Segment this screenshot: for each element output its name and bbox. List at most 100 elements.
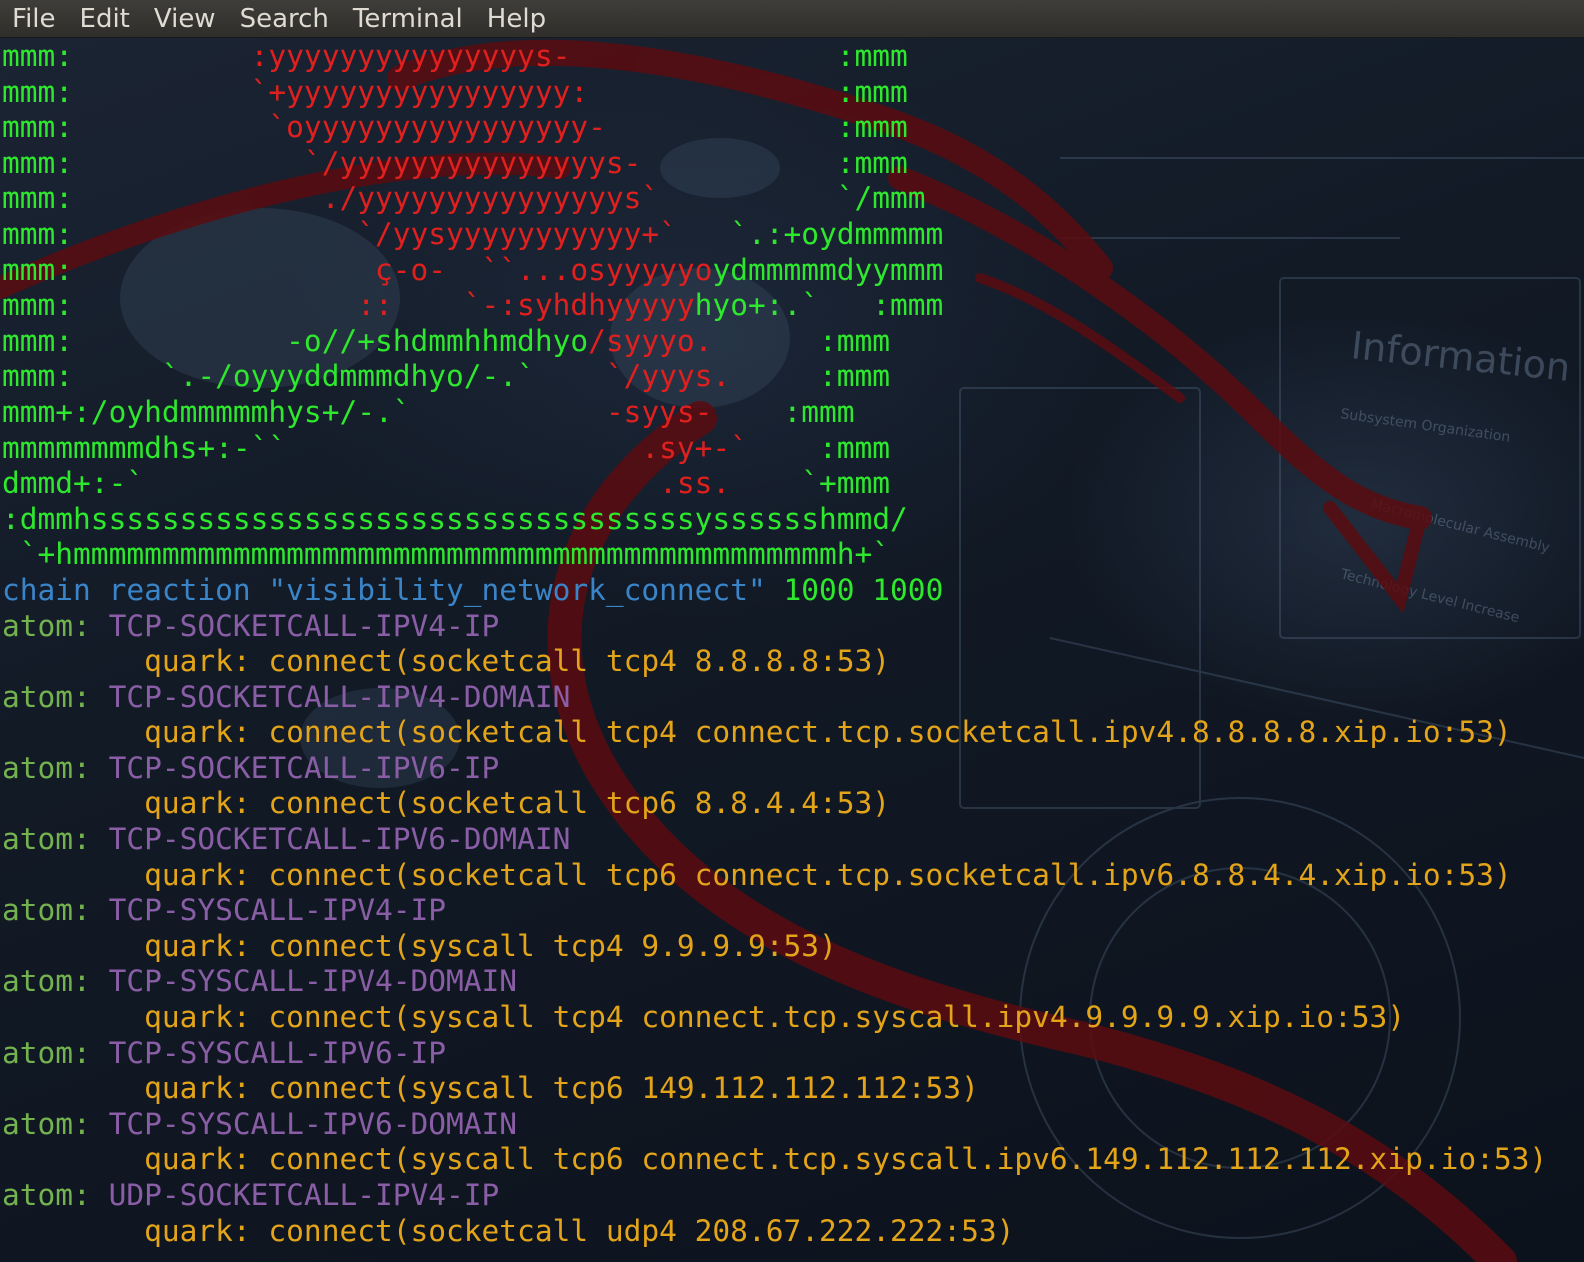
atom-label: atom:: [2, 608, 109, 643]
quark-text: quark: connect(socketcall tcp4 8.8.8.8:5…: [2, 644, 891, 679]
menu-file[interactable]: File: [12, 0, 56, 38]
menu-terminal[interactable]: Terminal: [353, 0, 463, 38]
ascii-art-segment: `+yyyyyyyyyyyyyyyy:: [73, 74, 589, 109]
ascii-art-segment: /syyyo.: [588, 323, 713, 358]
ascii-art-line: mmm: `+yyyyyyyyyyyyyyyy: :mmm: [2, 75, 1547, 111]
ascii-art-segment: dmmd+:-`: [2, 466, 145, 501]
quark-text: quark: connect(socketcall tcp4 connect.t…: [2, 715, 1512, 750]
ascii-art-line: `+hmmmmmmmmmmmmmmmmmmmmmmmmmmmmmmmmmmmmm…: [2, 537, 1547, 573]
atom-line: atom: TCP-SOCKETCALL-IPV6-IP: [2, 751, 1547, 787]
atom-label: atom:: [2, 1035, 109, 1070]
ascii-art-segment: `.-/oyyyddmmmdhyo/-.`: [73, 359, 535, 394]
ascii-art-segment: -syys-: [410, 394, 713, 429]
quark-text: quark: connect(socketcall udp4 208.67.22…: [2, 1213, 1015, 1248]
ascii-art-segment: ydmmmmmdyymmm: [712, 252, 944, 287]
ascii-art-line: mmm: ç-o- ``...osyyyyyoydmmmmmdyymmm: [2, 253, 1547, 289]
ascii-art-line: mmm: `.-/oyyyddmmmdhyo/-.` `/yyys. :mmm: [2, 359, 1547, 395]
ascii-art-segment: mmm:: [2, 74, 74, 109]
atom-label: atom:: [2, 822, 109, 857]
ascii-art-segment: .ss.: [144, 466, 731, 501]
atom-name: TCP-SOCKETCALL-IPV4-DOMAIN: [108, 679, 571, 714]
atom-line: atom: TCP-SYSCALL-IPV6-IP: [2, 1036, 1547, 1072]
ascii-art-line: :dmmhssssssssssssssssssssssssssssssssssy…: [2, 502, 1547, 538]
ascii-art-segment: :yyyyyyyyyyyyyyys-: [73, 39, 571, 73]
atom-line: atom: TCP-SOCKETCALL-IPV4-DOMAIN: [2, 680, 1547, 716]
ascii-art-segment: mmm:: [2, 359, 74, 394]
quark-text: quark: connect(syscall tcp6 connect.tcp.…: [2, 1142, 1548, 1177]
menu-edit[interactable]: Edit: [80, 0, 130, 38]
atom-name: TCP-SYSCALL-IPV6-DOMAIN: [108, 1106, 518, 1141]
ascii-art-line: mmm: :: `-:syhdhyyyyyhyo+:.` :mmm: [2, 288, 1547, 324]
quark-line: quark: connect(syscall tcp4 connect.tcp.…: [2, 1000, 1547, 1036]
ascii-art-segment: :: `-:syhdhyyyyy: [73, 288, 695, 323]
ascii-art-segment: ç-o- ``...osyyyyyo: [73, 252, 713, 287]
quark-line: quark: connect(socketcall tcp6 8.8.4.4:5…: [2, 786, 1547, 822]
ascii-art-segment: mmm:: [2, 110, 74, 145]
ascii-art-segment: `/mmm: [659, 181, 926, 216]
ascii-art-segment: :mmm: [605, 110, 908, 145]
ascii-art-segment: mmm:: [2, 252, 74, 287]
ascii-art-segment: `/yysyyyyyyyyyyy+`: [73, 216, 677, 251]
ascii-art-line: mmm+:/oyhdmmmmmhys+/-.` -syys- :mmm: [2, 395, 1547, 431]
atom-label: atom:: [2, 1178, 109, 1212]
atom-name: TCP-SOCKETCALL-IPV6-DOMAIN: [108, 822, 571, 857]
chain-numbers: 1000 1000: [765, 572, 944, 607]
ascii-art-segment: `/yyyyyyyyyyyyyyys-: [73, 145, 642, 180]
atom-label: atom:: [2, 679, 109, 714]
ascii-art-segment: mmm:: [2, 323, 74, 358]
atom-name: TCP-SOCKETCALL-IPV6-IP: [108, 750, 500, 785]
ascii-art-segment: :mmm: [712, 323, 891, 358]
ascii-art-segment: mmm:: [2, 288, 74, 323]
menu-search[interactable]: Search: [240, 0, 329, 38]
ascii-art-segment: mmm:: [2, 216, 74, 251]
menu-help[interactable]: Help: [487, 0, 546, 38]
ascii-art-segment: hyo+:.` :mmm: [694, 288, 944, 323]
chain-name: "visibility_network_connect": [268, 572, 766, 607]
terminal-window[interactable]: Information Subsystem Organization Macro…: [0, 38, 1584, 1262]
ascii-art-segment: :mmm: [730, 359, 891, 394]
ascii-art-segment: mmmmmmmmdhs+:-``: [2, 430, 287, 465]
atom-name: TCP-SYSCALL-IPV4-IP: [108, 893, 447, 928]
chain-reaction-line: chain reaction "visibility_network_conne…: [2, 573, 1547, 609]
atom-label: atom:: [2, 893, 109, 928]
atom-line: atom: UDP-SOCKETCALL-IPV4-IP: [2, 1178, 1547, 1214]
quark-line: quark: connect(syscall tcp6 connect.tcp.…: [2, 1142, 1547, 1178]
atom-name: TCP-SOCKETCALL-IPV4-IP: [108, 608, 500, 643]
quark-text: quark: connect(socketcall tcp6 connect.t…: [2, 857, 1512, 892]
ascii-art-segment: `.:+oydmmmmm: [676, 216, 944, 251]
ascii-art-line: mmm: `/yyyyyyyyyyyyyyys- :mmm: [2, 146, 1547, 182]
ascii-art-segment: .sy+-`: [286, 430, 748, 465]
atom-name: TCP-SYSCALL-IPV6-IP: [108, 1035, 447, 1070]
quark-text: quark: connect(syscall tcp6 149.112.112.…: [2, 1071, 979, 1106]
ascii-art-segment: -o//+shdmmhhmdhyo: [73, 323, 589, 358]
ascii-art-segment: `+hmmmmmmmmmmmmmmmmmmmmmmmmmmmmmmmmmmmmm…: [2, 537, 891, 572]
ascii-art-line: mmm: ./yyyyyyyyyyyyyyys` `/mmm: [2, 181, 1547, 217]
atom-name: UDP-SOCKETCALL-IPV4-IP: [108, 1178, 500, 1212]
ascii-art-line: mmm: `oyyyyyyyyyyyyyyyy- :mmm: [2, 110, 1547, 146]
quark-line: quark: connect(syscall tcp6 149.112.112.…: [2, 1071, 1547, 1107]
ascii-art-segment: mmm:: [2, 39, 74, 73]
terminal-output: mmm: :yyyyyyyyyyyyyyys- :mmm mmm: `+yyyyy…: [2, 38, 1547, 1249]
ascii-art-line: dmmd+:-` .ss. `+mmm: [2, 466, 1547, 502]
ascii-art-segment: `/yyys.: [534, 359, 731, 394]
ascii-art-segment: :mmm: [641, 145, 908, 180]
ascii-art-segment: :mmm: [747, 430, 891, 465]
atom-line: atom: TCP-SYSCALL-IPV4-IP: [2, 893, 1547, 929]
ascii-art-segment: mmm:: [2, 145, 74, 180]
quark-line: quark: connect(socketcall tcp6 connect.t…: [2, 858, 1547, 894]
atom-line: atom: TCP-SYSCALL-IPV6-DOMAIN: [2, 1107, 1547, 1143]
quark-line: quark: connect(socketcall tcp4 8.8.8.8:5…: [2, 644, 1547, 680]
atom-line: atom: TCP-SOCKETCALL-IPV4-IP: [2, 609, 1547, 645]
quark-text: quark: connect(socketcall tcp6 8.8.4.4:5…: [2, 786, 891, 821]
ascii-art-segment: ./yyyyyyyyyyyyyyys`: [73, 181, 660, 216]
ascii-art-segment: :mmm: [570, 39, 908, 73]
ascii-art-line: mmm: -o//+shdmmhhmdhyo/syyyo. :mmm: [2, 324, 1547, 360]
atom-label: atom:: [2, 1106, 109, 1141]
menu-view[interactable]: View: [154, 0, 216, 38]
ascii-art-line: mmmmmmmmdhs+:-`` .sy+-` :mmm: [2, 431, 1547, 467]
quark-line: quark: connect(socketcall udp4 208.67.22…: [2, 1214, 1547, 1250]
ascii-art-line: mmm: `/yysyyyyyyyyyyy+` `.:+oydmmmmm: [2, 217, 1547, 253]
quark-line: quark: connect(syscall tcp4 9.9.9.9:53): [2, 929, 1547, 965]
ascii-art-segment: mmm+:/oyhdmmmmmhys+/-.`: [2, 394, 411, 429]
menu-bar: File Edit View Search Terminal Help: [0, 0, 1584, 38]
